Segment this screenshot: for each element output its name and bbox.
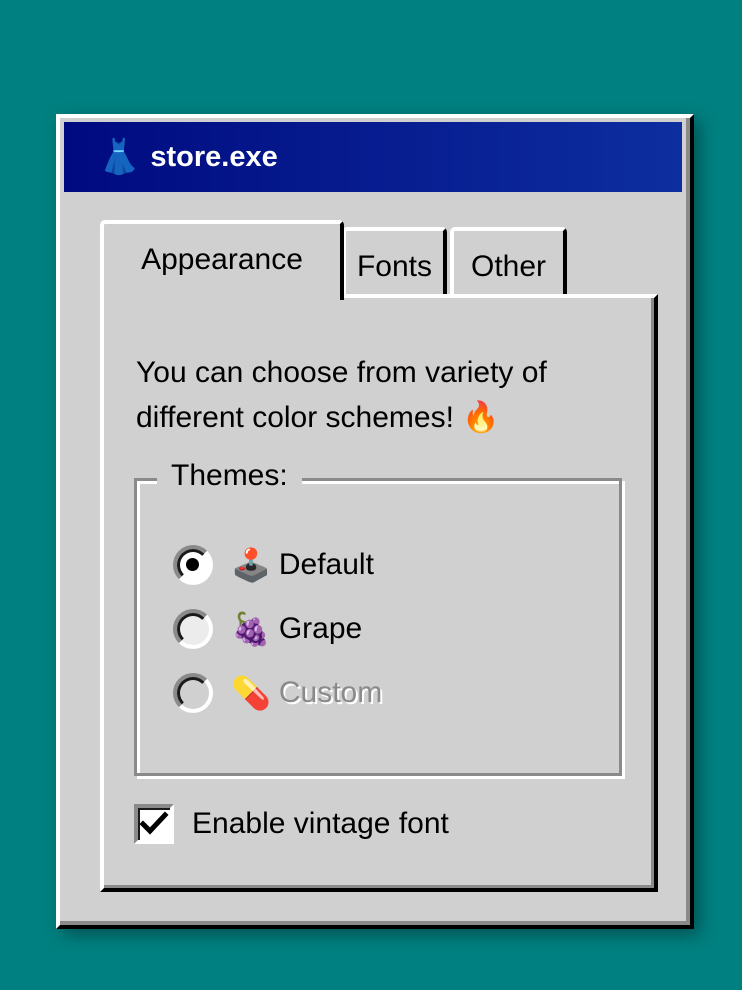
radio-button[interactable] (173, 609, 213, 649)
tab-label: Fonts (356, 250, 433, 283)
checkmark-icon (139, 811, 169, 835)
themes-legend: Themes: (157, 459, 302, 493)
theme-option-default[interactable]: 🕹️ Default (173, 545, 374, 585)
theme-label: Custom (278, 676, 383, 709)
title-bar[interactable]: 👗 store.exe (64, 122, 682, 192)
theme-option-grape[interactable]: 🍇 Grape (173, 609, 362, 649)
radio-dot (186, 558, 199, 571)
tab-other[interactable]: Other (450, 227, 567, 297)
vintage-font-option[interactable]: Enable vintage font (134, 804, 449, 844)
joystick-icon: 🕹️ (231, 547, 271, 583)
theme-label: Default (278, 548, 374, 581)
radio-button (173, 673, 213, 713)
window-title: store.exe (150, 140, 278, 173)
vintage-font-label: Enable vintage font (192, 807, 449, 840)
store-window: 👗 store.exe Appearance Fonts Other You c… (56, 114, 694, 929)
themes-group: Themes: 🕹️ Default 🍇 Grape 💊 Custom (134, 459, 622, 776)
tab-appearance[interactable]: Appearance (100, 220, 344, 300)
tab-fonts[interactable]: Fonts (342, 227, 447, 297)
theme-option-custom: 💊 Custom (173, 673, 382, 713)
radio-button[interactable] (173, 545, 213, 585)
theme-label: Grape (278, 612, 363, 645)
vintage-font-checkbox[interactable] (134, 804, 174, 844)
tab-label: Appearance (141, 243, 303, 276)
appearance-panel: You can choose from variety of different… (100, 294, 658, 892)
dress-icon: 👗 (98, 138, 141, 176)
tab-label: Other (470, 250, 547, 283)
pill-icon: 💊 (231, 675, 271, 711)
grapes-icon: 🍇 (231, 611, 271, 647)
appearance-description: You can choose from variety of different… (136, 356, 547, 434)
